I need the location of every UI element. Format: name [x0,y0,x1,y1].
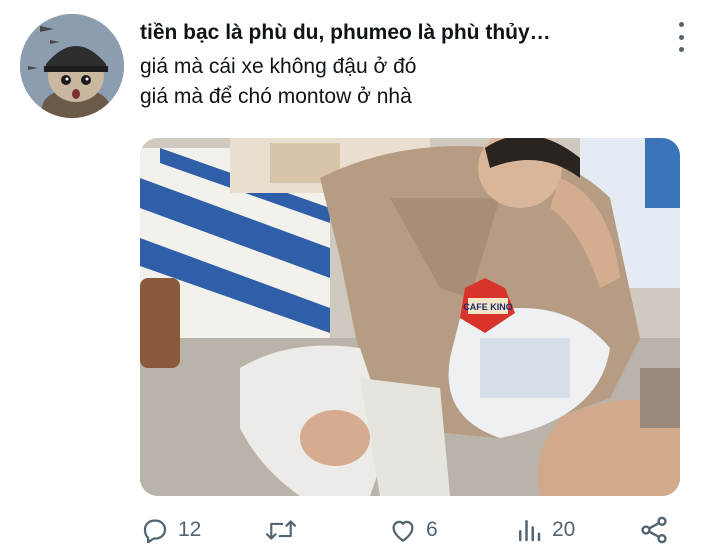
avatar-cat-image [20,14,124,118]
reply-icon [143,519,167,544]
tweet-media-image[interactable]: CAFE KINO [140,138,680,496]
like-button[interactable]: 6 [388,512,438,548]
retweet-icon [265,520,297,540]
heart-icon [392,520,414,542]
reply-count: 12 [178,518,202,541]
tweet-line-2: giá mà để chó montow ở nhà [140,85,412,108]
tweet-actions: 12 6 20 [140,512,680,548]
badge-text: CAFE KINO [463,302,513,312]
like-count: 6 [426,518,438,541]
tweet-text: giá mà cái xe không đậu ở đó giá mà để c… [140,52,416,112]
reply-button[interactable]: 12 [140,512,201,548]
media-photo: CAFE KINO [140,138,680,496]
more-dot [678,22,684,27]
tweet-header: tiền bạc là phù du, phumeo là phù thủy… [140,18,699,52]
retweet-button[interactable] [264,512,306,548]
author-name[interactable]: tiền bạc là phù du, phumeo là phù thủy… [140,18,645,48]
share-icon [641,516,667,544]
more-dot [678,34,684,40]
share-button[interactable] [638,512,670,548]
views-button[interactable]: 20 [514,512,575,548]
tweet-line-1: giá mà cái xe không đậu ở đó [140,55,417,78]
views-count: 20 [552,518,576,541]
more-dot [678,47,684,52]
more-icon[interactable] [675,22,687,52]
avatar[interactable] [20,14,124,118]
views-icon [519,520,541,542]
